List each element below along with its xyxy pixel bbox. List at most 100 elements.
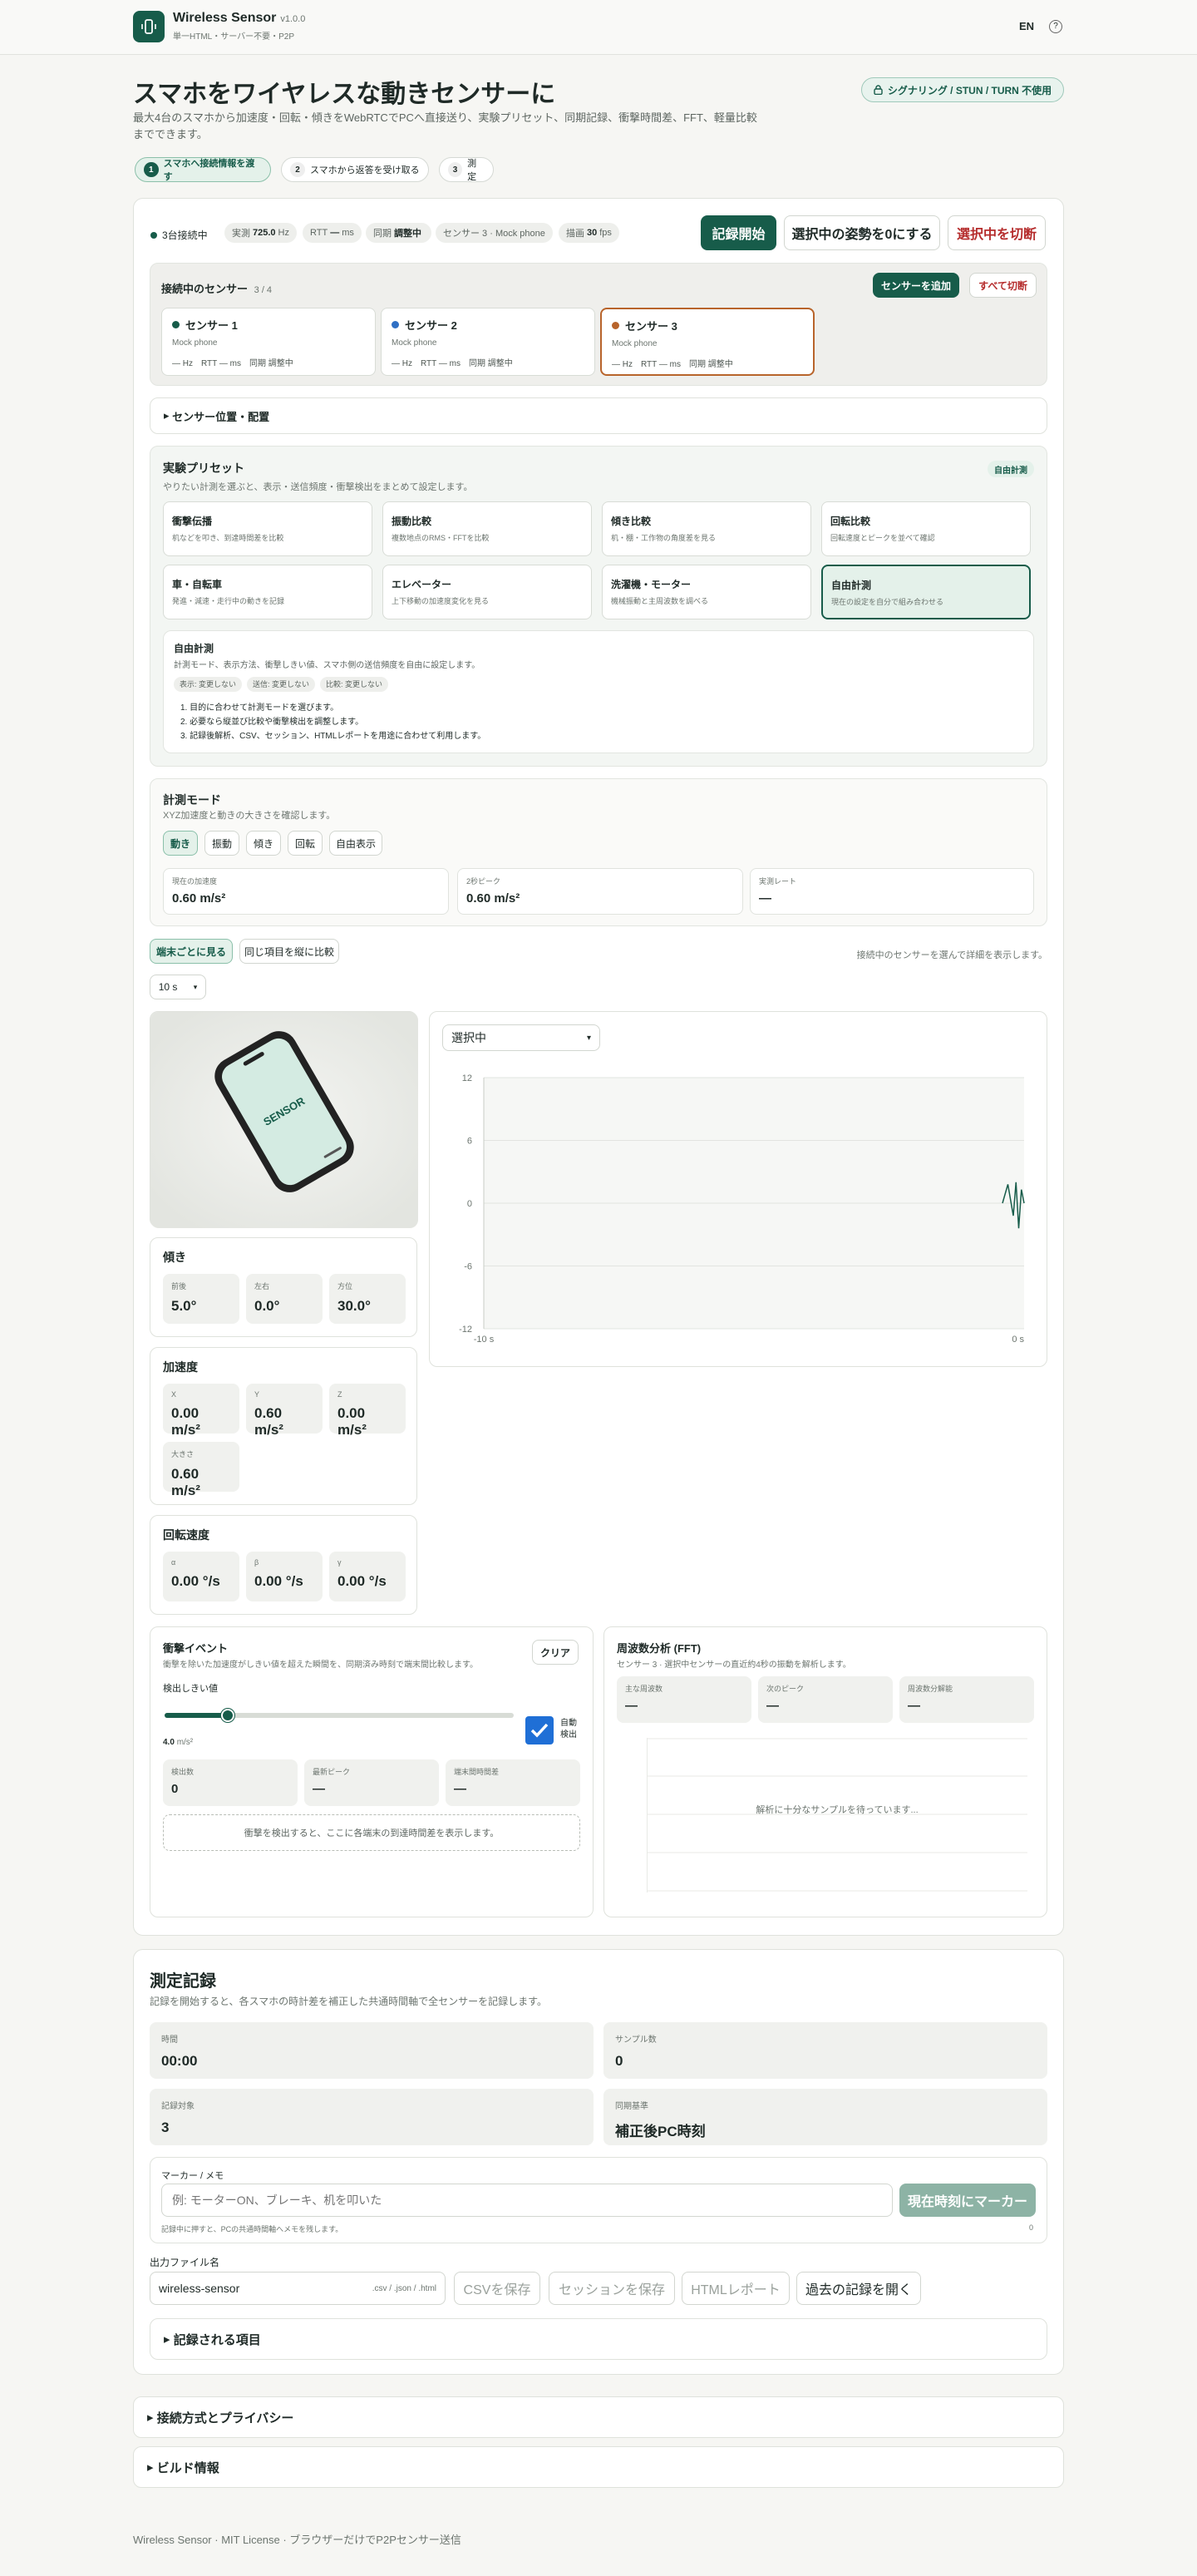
marker-input[interactable] [161, 2184, 893, 2217]
threshold-slider-knob[interactable] [220, 1709, 234, 1722]
disconnect-all-button[interactable]: すべて切断 [969, 273, 1037, 298]
disconnect-selected-button[interactable]: 選択中を切断 [948, 215, 1046, 250]
threshold-slider-fill [165, 1713, 228, 1718]
y-tick-label: -6 [464, 1262, 472, 1272]
gyro-beta: β 0.00 °/s [246, 1552, 323, 1601]
rate-stat: 実測レート — [750, 868, 1034, 915]
auto-detect-label: 自動検出 [560, 1719, 577, 1740]
language-toggle[interactable]: EN [1019, 20, 1034, 32]
app-logo [133, 11, 165, 42]
gyro-gamma: γ 0.00 °/s [329, 1552, 406, 1601]
preset-impact[interactable]: 衝撃伝播 机などを叩き、到達時間差を比較 [163, 501, 372, 556]
marker-hint: 記録中に押すと、PCの共通時間軸へメモを残します。 [161, 2225, 343, 2233]
signaling-badge: シグナリング / STUN / TURN 不使用 [861, 77, 1064, 102]
page-footer: Wireless Sensor · MIT License · ブラウザーだけで… [133, 2534, 461, 2546]
add-marker-button[interactable]: 現在時刻にマーカー [899, 2184, 1036, 2217]
preset-free[interactable]: 自由計測 現在の設定を自分で組み合わせる [821, 565, 1031, 619]
marker-label: マーカー / メモ [161, 2171, 224, 2181]
current-accel-stat: 現在の加速度 0.60 m/s² [163, 868, 449, 915]
build-info-accordion[interactable]: ▸ ビルド情報 [133, 2446, 1064, 2488]
gyro-title: 回転速度 [163, 1528, 209, 1542]
sync-chip: 同期 調整中 [366, 223, 431, 243]
fps-chip: 描画 30 fps [559, 223, 619, 243]
mode-rotation-button[interactable]: 回転 [288, 831, 323, 856]
gyro-alpha: α 0.00 °/s [163, 1552, 239, 1601]
sensor-card-1[interactable]: センサー 1 Mock phone — Hz RTT — ms 同期 調整中 [161, 308, 376, 376]
impact-title: 衝撃イベント [163, 1642, 229, 1655]
mode-title: 計測モード [163, 793, 221, 807]
connection-status: 3台接続中 [150, 228, 208, 242]
compare-view-button[interactable]: 同じ項目を縦に比較 [239, 939, 339, 964]
app-subtitle: 単一HTML・サーバー不要・P2P [173, 32, 295, 42]
rtt-chip: RTT — ms [303, 223, 362, 243]
preset-elevator[interactable]: エレベーター 上下移動の加速度変化を見る [382, 565, 592, 619]
preset-tilt[interactable]: 傾き比較 机・棚・工作物の角度差を見る [602, 501, 811, 556]
auto-detect-checkbox[interactable] [525, 1716, 554, 1744]
threshold-label: 検出しきい値 [163, 1684, 218, 1694]
threshold-slider[interactable] [165, 1709, 514, 1722]
tilt-pitch: 前後 5.0° [163, 1274, 239, 1324]
presets-title: 実験プリセット [163, 461, 244, 475]
help-icon[interactable]: ? [1049, 20, 1062, 33]
preset-vehicle[interactable]: 車・自転車 発進・減速・走行中の動きを記録 [163, 565, 372, 619]
filename-input[interactable]: wireless-sensor .csv / .json / .html [150, 2272, 446, 2305]
lock-icon [874, 85, 883, 95]
impact-empty-state: 衝撃を検出すると、ここに各端末の到達時間差を表示します。 [163, 1814, 580, 1851]
impact-peak: 最新ピーク — [304, 1759, 439, 1806]
mode-free-button[interactable]: 自由表示 [329, 831, 382, 856]
add-sensor-button[interactable]: センサーを追加 [873, 273, 959, 298]
record-desc: 記録を開始すると、各スマホの時計差を補正した共通時間軸で全センサーを記録します。 [150, 1996, 547, 2007]
preset-rotation[interactable]: 回転比較 回転速度とピークを並べて確認 [821, 501, 1031, 556]
y-tick-label: -12 [459, 1325, 472, 1335]
step-1[interactable]: 1 スマホへ接続情報を渡す [135, 157, 271, 182]
sensor-card-2[interactable]: センサー 2 Mock phone — Hz RTT — ms 同期 調整中 [381, 308, 595, 376]
app-version: v1.0.0 [280, 14, 306, 24]
accel-title: 加速度 [163, 1360, 198, 1374]
sensor-card-3[interactable]: センサー 3 Mock phone — Hz RTT — ms 同期 調整中 [600, 308, 815, 376]
record-time: 時間 00:00 [150, 2022, 594, 2079]
page-lead: 最大4台のスマホから加速度・回転・傾きをWebRTCでPCへ直接送り、実験プリセ… [133, 111, 757, 141]
recorded-items-accordion[interactable]: ▸ 記録される項目 [150, 2318, 1047, 2360]
active-preset-badge: 自由計測 [988, 461, 1034, 477]
accel-magnitude: 大きさ 0.60 m/s² [163, 1442, 239, 1498]
record-start-button[interactable]: 記録開始 [701, 215, 776, 250]
preset-tags: 表示: 変更しない 送信: 変更しない 比較: 変更しない [174, 676, 393, 692]
zero-pose-button[interactable]: 選択中の姿勢を0にする [784, 215, 940, 250]
open-past-records-button[interactable]: 過去の記録を開く [796, 2272, 921, 2305]
x-tick-label: 0 s [1012, 1335, 1024, 1345]
record-samples: サンプル数 0 [603, 2022, 1047, 2079]
save-session-button[interactable]: セッションを保存 [549, 2272, 675, 2305]
mode-vibration-button[interactable]: 振動 [204, 831, 239, 856]
phone-orientation-icon: SENSOR [150, 1012, 418, 1228]
y-tick-label: 0 [467, 1199, 472, 1209]
chart-series-select[interactable]: 選択中 ▾ [442, 1024, 600, 1051]
accel-y: Y 0.60 m/s² [246, 1384, 323, 1438]
marker-count: 0 [1029, 2223, 1034, 2232]
page-title: スマホをワイヤレスな動きセンサーに [133, 81, 556, 108]
impact-count: 検出数 0 [163, 1759, 298, 1806]
impact-desc: 衝撃を除いた加速度がしきい値を超えた瞬間を、同期済み時刻で端末間比較します。 [163, 1661, 478, 1670]
impact-clear-button[interactable]: クリア [532, 1640, 579, 1665]
preset-motor[interactable]: 洗濯機・モーター 機械振動と主周波数を調べる [602, 565, 811, 619]
save-csv-button[interactable]: CSVを保存 [454, 2272, 540, 2305]
record-sync-base: 同期基準 補正後PC時刻 [603, 2089, 1047, 2145]
sensor-1-color-dot [172, 321, 180, 328]
check-icon [530, 1723, 549, 1738]
preset-vibration[interactable]: 振動比較 複数地点のRMS・FFTを比較 [382, 501, 592, 556]
privacy-accordion[interactable]: ▸ 接続方式とプライバシー [133, 2396, 1064, 2438]
step-2[interactable]: 2 スマホから返答を受け取る [281, 157, 429, 182]
mode-motion-button[interactable]: 動き [163, 831, 198, 856]
line-chart: 1260-6-12-10 s0 sXYZセンサー 1センサー 2センサー 3 [459, 1073, 1025, 1345]
mode-tilt-button[interactable]: 傾き [246, 831, 281, 856]
time-window-select[interactable]: 10 s ▾ [150, 975, 206, 999]
impact-delay: 端末間時間差 — [446, 1759, 580, 1806]
fft-next-peak: 次のピーク — [758, 1676, 893, 1723]
top-bar: Wireless Sensor v1.0.0 単一HTML・サーバー不要・P2P … [0, 0, 1197, 55]
html-report-button[interactable]: HTMLレポート [682, 2272, 790, 2305]
placement-accordion[interactable]: ▸ センサー位置・配置 [150, 397, 1047, 434]
step-3[interactable]: 3 測定 [439, 157, 494, 182]
fft-title: 周波数分析 (FFT) [617, 1642, 702, 1655]
per-device-view-button[interactable]: 端末ごとに見る [150, 939, 233, 964]
rate-chip: 実測 725.0 Hz [224, 223, 297, 243]
phone-visual: SENSOR [150, 1011, 418, 1228]
